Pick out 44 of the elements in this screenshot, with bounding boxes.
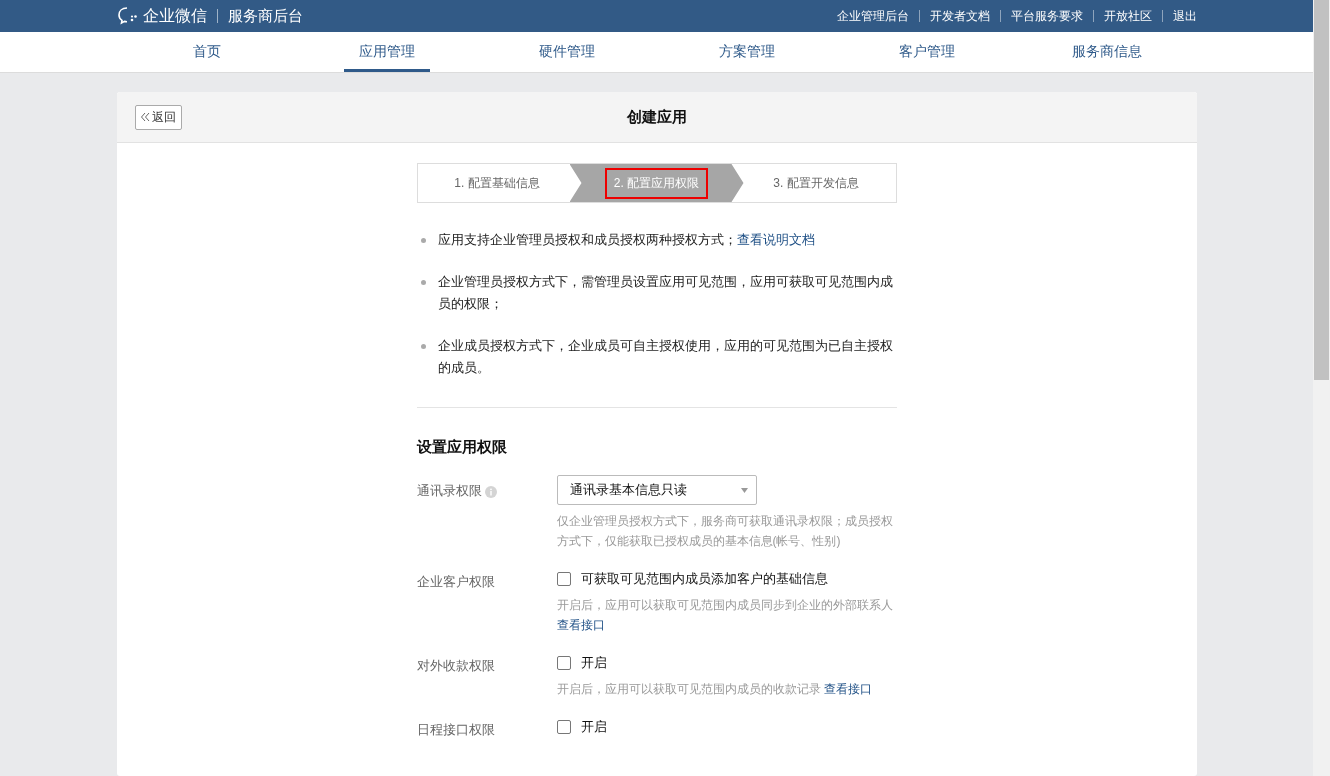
brand-name: 企业微信 — [142, 5, 207, 26]
field-label: 通讯录权限 — [416, 482, 482, 500]
nav-tab[interactable]: 方案管理 — [656, 32, 837, 72]
permission-dropdown[interactable]: 通讯录基本信息只读 — [556, 475, 757, 505]
field-label: 对外收款权限 — [416, 657, 495, 675]
bullet-icon — [420, 238, 426, 243]
header-link[interactable]: 平台服务要求 — [999, 10, 1093, 22]
api-link[interactable]: 查看接口 — [823, 682, 872, 696]
nav-tab[interactable]: 首页 — [116, 32, 297, 72]
checkbox[interactable] — [556, 656, 571, 670]
nav-tab[interactable]: 硬件管理 — [476, 32, 657, 72]
nav-tab[interactable]: 应用管理 — [343, 32, 430, 72]
nav-tab[interactable]: 客户管理 — [836, 32, 1017, 72]
double-chevron-left-icon — [139, 112, 150, 122]
checkbox[interactable] — [556, 720, 571, 734]
header-link[interactable]: 退出 — [1161, 10, 1197, 22]
header-link[interactable]: 开发者文档 — [918, 10, 1000, 22]
wizard-step: 2. 配置应用权限 — [569, 164, 744, 202]
checkbox-label: 可获取可见范围内成员添加客户的基础信息 — [580, 570, 828, 588]
api-link[interactable]: 查看接口 — [556, 618, 605, 632]
note-text: 应用支持企业管理员授权和成员授权两种授权方式；查看说明文档 — [437, 231, 815, 249]
checkbox[interactable] — [556, 572, 571, 586]
page-title: 创建应用 — [626, 107, 687, 127]
note-text: 企业管理员授权方式下，需管理员设置应用可见范围，应用可获取可见范围内成员的权限； — [437, 273, 894, 313]
header-link[interactable]: 企业管理后台 — [826, 10, 919, 22]
help-text: 开启后，应用可以获取可见范围内成员的收款记录 查看接口 — [556, 681, 873, 698]
bullet-icon — [420, 280, 426, 285]
checkbox-label: 开启 — [580, 718, 607, 736]
help-text: 开启后，应用可以获取可见范围内成员同步到企业的外部联系人 查看接口 — [556, 597, 894, 634]
field-label: 企业客户权限 — [416, 573, 495, 591]
bullet-icon — [420, 344, 426, 349]
chat-bubble-logo-icon — [116, 6, 139, 26]
back-button[interactable]: 返回 — [134, 104, 182, 130]
field-label: 日程接口权限 — [416, 721, 495, 739]
scrollbar-thumb[interactable] — [1314, 0, 1329, 380]
portal-title: 服务商后台 — [216, 9, 303, 23]
note-text: 企业成员授权方式下，企业成员可自主授权使用，应用的可见范围为已自主授权的成员。 — [437, 337, 894, 377]
caret-down-icon — [740, 487, 748, 493]
doc-link[interactable]: 查看说明文档 — [736, 232, 815, 247]
section-title: 设置应用权限 — [416, 438, 508, 457]
checkbox-label: 开启 — [580, 654, 607, 672]
help-text: 仅企业管理员授权方式下，服务商可获取通讯录权限；成员授权方式下，仅能获取已授权成员的基本信息(帐号、性别) — [556, 513, 894, 550]
nav-tab[interactable]: 服务商信息 — [1016, 32, 1197, 72]
header-link[interactable]: 开放社区 — [1092, 10, 1162, 22]
